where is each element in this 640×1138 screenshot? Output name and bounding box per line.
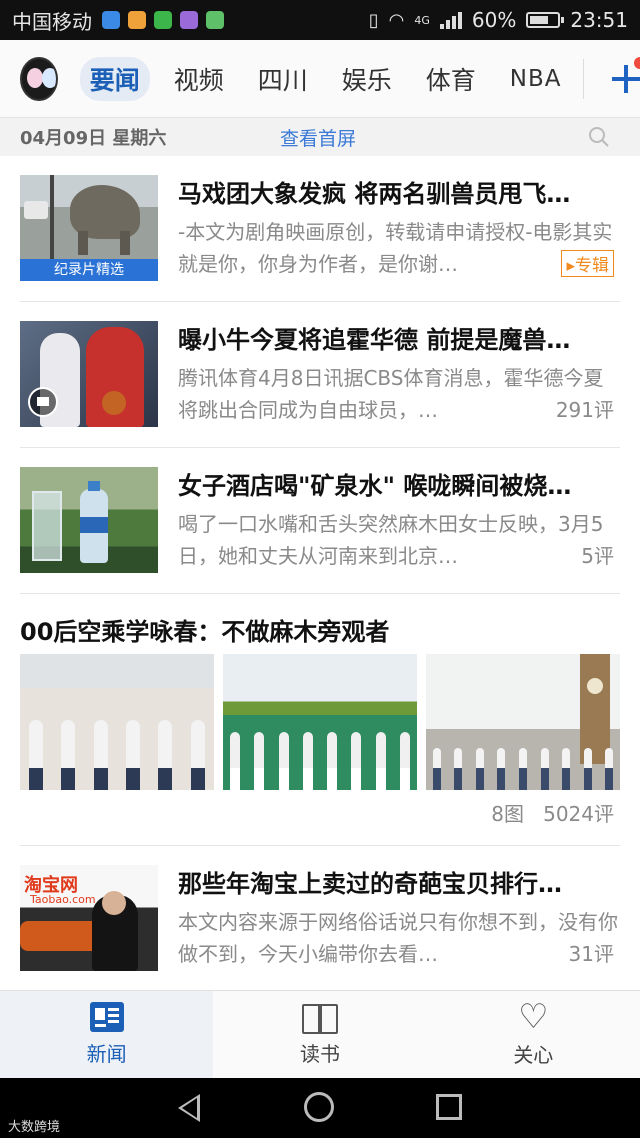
app-notification-icon: [102, 11, 120, 29]
news-title: 00后空乘学咏春：不做麻木旁观者: [20, 618, 390, 646]
wechat-icon: [154, 11, 172, 29]
news-summary: 喝了一口水嘴和舌头突然麻木田女士反映，3月5日，她和丈夫从河南来到北京…: [178, 512, 604, 568]
notification-icons: [102, 11, 224, 29]
bottom-tab-news[interactable]: 新闻: [0, 991, 214, 1078]
date-bar: 04月09日 星期六 查看首屏: [0, 118, 640, 156]
home-icon[interactable]: [304, 1092, 334, 1122]
news-title: 女子酒店喝"矿泉水" 喉咙瞬间被烧…: [178, 472, 572, 500]
gallery-image: [426, 654, 620, 790]
news-thumbnail: [20, 321, 158, 427]
book-icon: [301, 1002, 338, 1034]
comment-count: 31评: [560, 938, 614, 967]
taobao-logo-sub: Taobao.com: [30, 893, 96, 906]
watermark: 大数跨境: [8, 1120, 61, 1135]
bottom-tab-label: 读书: [299, 1042, 340, 1066]
tab-sichuan[interactable]: 四川: [248, 57, 318, 101]
heart-icon: ♡: [518, 997, 549, 1037]
image-count: 8图: [491, 802, 525, 826]
gallery-item[interactable]: 00后空乘学咏春：不做麻木旁观者 8图 5024评: [20, 594, 620, 846]
battery-icon: [526, 12, 565, 28]
tab-nba[interactable]: NBA: [500, 62, 572, 96]
mail-icon: [128, 11, 146, 29]
system-nav-bar: [0, 1078, 640, 1138]
carrier-name: 中国移动: [12, 9, 92, 34]
tab-yaowen[interactable]: 要闻: [79, 56, 150, 101]
news-item[interactable]: 曝小牛今夏将追霍华德 前提是魔兽… 腾讯体育4月8日讯据CBS体育消息，霍华德今…: [20, 302, 620, 448]
gallery-image: [223, 654, 417, 790]
album-badge: ▸专辑: [561, 250, 614, 277]
gallery-icon: [180, 11, 198, 29]
vibrate-icon: ▯: [368, 9, 379, 31]
notification-dot: [634, 56, 640, 69]
news-thumbnail: [20, 467, 158, 573]
news-summary: 本文内容来源于网络俗话说只有你想不到，没有你做不到，今天小编带你去看…: [178, 910, 618, 966]
bottom-tab-reading[interactable]: 读书: [213, 991, 426, 1078]
news-item[interactable]: 淘宝网 Taobao.com 那些年淘宝上卖过的奇葩宝贝排行… 本文内容来源于网…: [20, 846, 620, 990]
comment-count: 291评: [547, 394, 614, 423]
top-nav: 要闻 视频 四川 娱乐 体育 NBA: [0, 40, 640, 118]
plus-icon[interactable]: [606, 56, 640, 99]
avatar[interactable]: [20, 56, 58, 101]
tab-entertainment[interactable]: 娱乐: [332, 57, 402, 101]
news-title: 那些年淘宝上卖过的奇葩宝贝排行…: [178, 870, 562, 898]
back-icon[interactable]: [178, 1094, 200, 1122]
date-label: 04月09日 星期六: [20, 128, 167, 149]
channel-tabs: 要闻 视频 四川 娱乐 体育 NBA: [79, 56, 572, 101]
tab-sports[interactable]: 体育: [416, 57, 486, 101]
signal-icon: [439, 11, 462, 29]
nav-divider: [583, 58, 585, 99]
tab-video[interactable]: 视频: [164, 57, 234, 101]
recent-apps-icon[interactable]: [436, 1094, 462, 1120]
search-icon[interactable]: [588, 126, 610, 148]
comment-count: 5024评: [543, 802, 614, 826]
gallery-image: [20, 654, 214, 790]
app-icon: [206, 11, 224, 29]
news-thumbnail: 淘宝网 Taobao.com: [20, 865, 158, 971]
network-type: 4G: [414, 13, 430, 27]
news-title: 曝小牛今夏将追霍华德 前提是魔兽…: [178, 326, 571, 354]
news-thumbnail: 纪录片精选: [20, 175, 158, 281]
bottom-tab-label: 新闻: [86, 1042, 127, 1066]
bottom-tab-label: 关心: [513, 1043, 554, 1067]
news-summary: -本文为剧角映画原创，转载请申请授权-电影其实就是你，你身为作者，是你谢…: [178, 220, 613, 276]
wifi-icon: ◠: [388, 9, 405, 31]
thumb-label: 纪录片精选: [20, 259, 158, 281]
gallery-meta: 8图 5024评: [491, 798, 614, 827]
news-feed: 纪录片精选 马戏团大象发疯 将两名驯兽员甩飞… -本文为剧角映画原创，转载请申请…: [0, 156, 640, 990]
clock: 23:51: [570, 8, 628, 32]
battery-percent: 60%: [471, 8, 517, 32]
news-item[interactable]: 纪录片精选 马戏团大象发疯 将两名驯兽员甩飞… -本文为剧角映画原创，转载请申请…: [20, 156, 620, 302]
news-title: 马戏团大象发疯 将两名驯兽员甩飞…: [178, 180, 571, 208]
status-bar: 中国移动 ▯ ◠ 4G 60% 23:51: [0, 0, 640, 40]
news-item[interactable]: 女子酒店喝"矿泉水" 喉咙瞬间被烧… 喝了一口水嘴和舌头突然麻木田女士反映，3月…: [20, 448, 620, 594]
news-icon: [89, 1002, 124, 1032]
bottom-tab-care[interactable]: ♡ 关心: [427, 991, 640, 1078]
comment-count: 5评: [573, 540, 614, 569]
video-icon: [28, 387, 58, 417]
view-front-page-link[interactable]: 查看首屏: [280, 124, 356, 151]
bottom-nav: 新闻 读书 ♡ 关心: [0, 990, 640, 1078]
